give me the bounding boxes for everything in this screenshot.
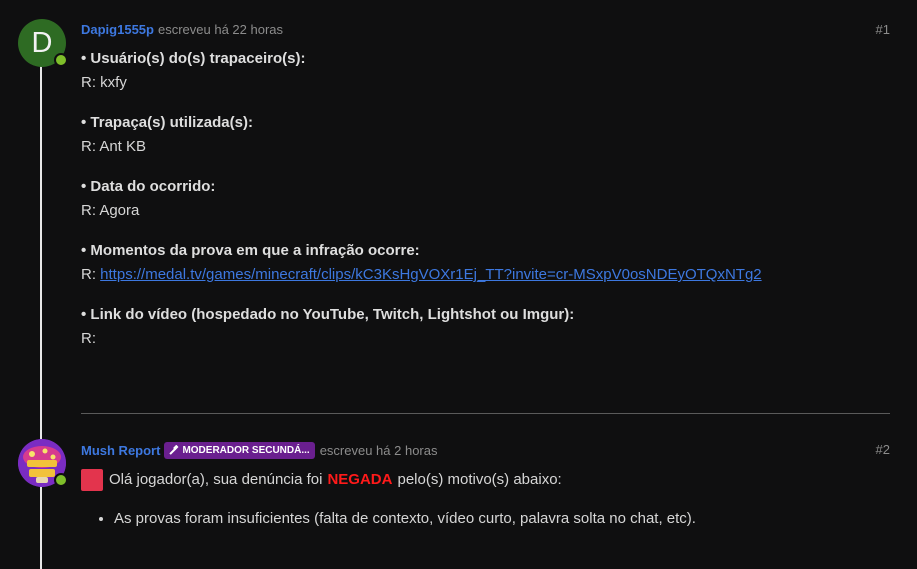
post-timestamp: escreveu há 2 horas	[319, 443, 438, 458]
post-meta: Dapig1555p escreveu há 22 horas	[81, 22, 283, 37]
field-value: R: Agora	[81, 202, 140, 219]
red-square-icon	[81, 469, 103, 491]
field-label: • Link do vídeo (hospedado no YouTube, T…	[81, 306, 575, 323]
post-timestamp: escreveu há 22 horas	[157, 22, 284, 37]
verdict-text-before: Olá jogador(a), sua denúncia foi	[109, 471, 323, 488]
online-status-icon	[54, 53, 68, 67]
field-value: R: https://medal.tv/games/minecraft/clip…	[81, 263, 890, 287]
field-proof-moments: • Momentos da prova em que a infração oc…	[81, 239, 890, 287]
verdict-denied: NEGADA	[327, 471, 393, 488]
field-cheats-used: • Trapaça(s) utilizada(s): R: Ant KB	[81, 111, 890, 159]
post-body: • Usuário(s) do(s) trapaceiro(s): R: kxf…	[81, 47, 890, 367]
field-value-prefix: R:	[81, 266, 101, 283]
field-value: R:	[81, 330, 96, 347]
verdict-text-after: pelo(s) motivo(s) abaixo:	[397, 471, 562, 488]
role-badge-label: MODERADOR SECUNDÁ...	[182, 445, 310, 456]
post-2: Mush Report MODERADOR SECUNDÁ... escreve…	[0, 431, 917, 569]
field-date: • Data do ocorrido: R: Agora	[81, 175, 890, 223]
field-label: • Trapaça(s) utilizada(s):	[81, 114, 253, 131]
field-value: R: kxfy	[81, 74, 127, 91]
field-label: • Usuário(s) do(s) trapaceiro(s):	[81, 50, 306, 67]
author-link[interactable]: Dapig1555p	[81, 22, 154, 37]
author-link[interactable]: Mush Report	[81, 443, 160, 458]
post-body: Olá jogador(a), sua denúncia foi NEGADA …	[81, 467, 890, 531]
reasons-list: As provas foram insuficientes (falta de …	[81, 507, 890, 531]
hammer-icon	[169, 445, 179, 455]
proof-link[interactable]: https://medal.tv/games/minecraft/clips/k…	[100, 266, 761, 283]
post-number[interactable]: #2	[876, 442, 890, 457]
post-divider	[81, 413, 890, 414]
post-meta: Mush Report MODERADOR SECUNDÁ... escreve…	[81, 442, 437, 459]
field-label: • Momentos da prova em que a infração oc…	[81, 242, 420, 259]
field-cheater-users: • Usuário(s) do(s) trapaceiro(s): R: kxf…	[81, 47, 890, 95]
field-value: R: Ant KB	[81, 138, 147, 155]
online-status-icon	[54, 473, 68, 487]
list-item: As provas foram insuficientes (falta de …	[114, 507, 890, 531]
field-video-link: • Link do vídeo (hospedado no YouTube, T…	[81, 303, 890, 351]
post-1: D Dapig1555p escreveu há 22 horas #1 • U…	[0, 0, 917, 415]
forum-thread: D Dapig1555p escreveu há 22 horas #1 • U…	[0, 0, 917, 569]
post-number[interactable]: #1	[876, 22, 890, 37]
field-label: • Data do ocorrido:	[81, 178, 216, 195]
role-badge: MODERADOR SECUNDÁ...	[164, 442, 315, 459]
verdict-line: Olá jogador(a), sua denúncia foi NEGADA …	[81, 467, 890, 493]
